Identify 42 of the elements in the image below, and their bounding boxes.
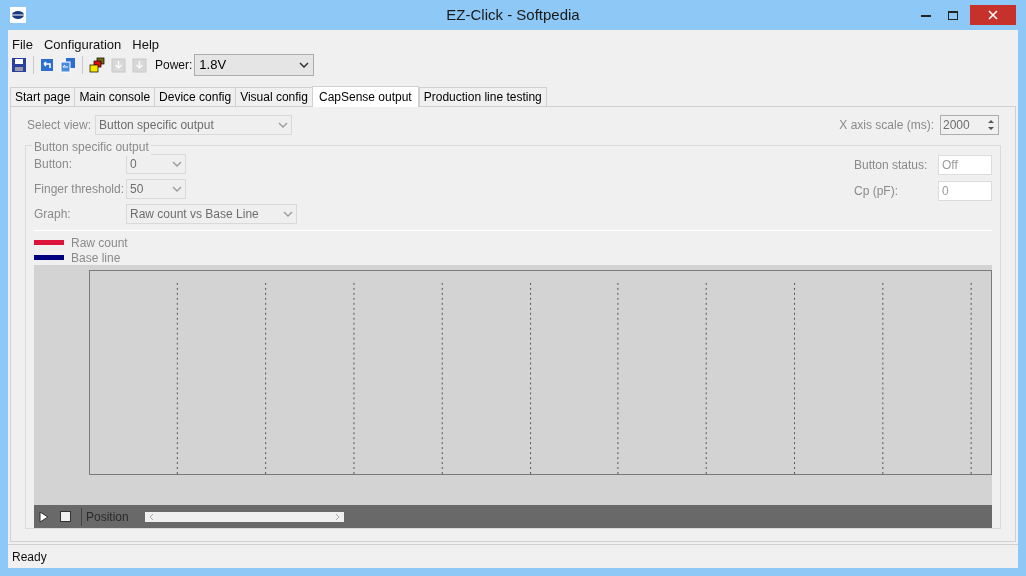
app-icon <box>10 7 26 23</box>
color-squares-icon[interactable] <box>89 57 105 73</box>
maximize-icon <box>947 10 958 20</box>
field-label: Finger threshold: <box>34 181 126 198</box>
tab[interactable]: Production line testing <box>418 87 547 106</box>
field-dropdown[interactable]: Raw count vs Base Line <box>126 204 297 224</box>
arrows-icon[interactable] <box>60 57 76 73</box>
x-axis-scale-label: X axis scale (ms): <box>839 117 934 134</box>
chevron-icon <box>299 62 310 68</box>
tab[interactable]: Device config <box>154 87 237 106</box>
field-label: Graph: <box>34 206 72 223</box>
close-icon <box>988 10 998 20</box>
minimize-icon <box>920 13 931 17</box>
arrow-icon[interactable] <box>40 58 54 72</box>
tab[interactable]: Visual config <box>235 87 313 106</box>
power-label: Power: <box>155 57 193 74</box>
menu-item[interactable]: Configuration <box>43 35 122 52</box>
power-dropdown[interactable]: 1.8V <box>194 54 315 76</box>
menu-item[interactable]: Help <box>132 35 160 52</box>
status-label: Cp (pF): <box>854 183 899 200</box>
field-dropdown[interactable]: 50 <box>126 179 186 199</box>
legend-label: Raw count <box>71 234 128 252</box>
x-axis-scale-spinner[interactable]: 2000 <box>940 115 999 135</box>
window-title: EZ-Click - Softpedia <box>446 4 580 25</box>
menu-item[interactable]: File <box>12 35 33 52</box>
chevron-icon <box>172 186 182 192</box>
status-label: Button status: <box>854 157 929 174</box>
position-label: Position <box>86 508 129 526</box>
tab[interactable]: Start page <box>10 87 76 106</box>
select-view-label: Select view: <box>27 117 92 134</box>
select-view-dropdown[interactable]: Button specific output <box>95 115 293 135</box>
play-icon[interactable] <box>38 510 50 523</box>
legend-label: Base line <box>71 249 121 267</box>
position-scrollbar[interactable] <box>144 511 344 522</box>
chevron-icon <box>172 161 182 167</box>
stop-icon[interactable] <box>60 511 71 522</box>
field-dropdown[interactable]: 0 <box>126 154 186 174</box>
chevron-icon <box>283 211 293 217</box>
field-label: Button: <box>34 156 74 173</box>
chevron-icon <box>278 122 289 128</box>
tab[interactable]: CapSense output <box>311 86 419 107</box>
status-text: Ready <box>12 548 47 566</box>
